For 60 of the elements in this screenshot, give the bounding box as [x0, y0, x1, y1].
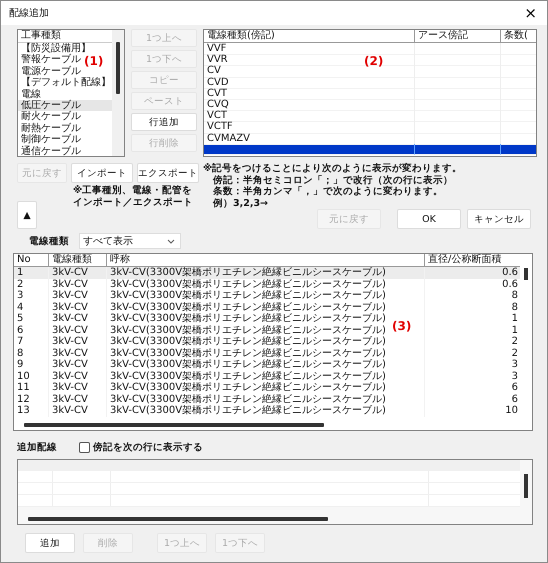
scrollbar-thumb[interactable] — [24, 423, 324, 427]
list-item[interactable]: 耐火ケーブル — [18, 111, 83, 123]
table-row[interactable]: CVQ — [204, 98, 536, 110]
table-row[interactable]: 10 3kV-CV 3kV-CV(3300V架橋ポリエチレン絶縁ビニルシースケーブル) 3 — [14, 370, 520, 382]
list-item[interactable]: 制御ケーブル — [18, 134, 83, 146]
window-title: 配線追加 — [9, 6, 49, 20]
row-action-button[interactable]: 行追加 — [131, 113, 197, 131]
chevron-down-icon — [167, 238, 175, 244]
scrollbar-thumb[interactable] — [524, 474, 528, 498]
list-item[interactable]: 耐熱ケーブル — [18, 122, 83, 134]
table-row[interactable]: 13 3kV-CV 3kV-CV(3300V架橋ポリエチレン絶縁ビニルシースケーブル) 10 — [14, 405, 520, 416]
column-header[interactable]: 条数( — [500, 30, 536, 42]
dialog-button[interactable]: キャンセル — [467, 209, 531, 229]
list-item[interactable]: 電線 — [18, 88, 43, 100]
table-row[interactable]: 7 3kV-CV 3kV-CV(3300V架橋ポリエチレン絶縁ビニルシースケーブル) 2 — [14, 336, 520, 348]
table-row[interactable]: 8 3kV-CV 3kV-CV(3300V架橋ポリエチレン絶縁ビニルシースケーブル) 2 — [14, 348, 520, 359]
column-header[interactable]: 直径/公称断面積 — [424, 254, 520, 266]
table-row[interactable]: 1 3kV-CV 3kV-CV(3300V架橋ポリエチレン絶縁ビニルシースケーブル) 0.6 — [14, 267, 520, 278]
filter-label: 電線種類 — [29, 234, 69, 248]
column-header[interactable]: 電線種類 — [48, 254, 106, 266]
list-item[interactable]: 低圧ケーブル — [18, 100, 112, 112]
section-label: 追加配線 — [17, 441, 57, 454]
import-note: ※工事種別、電線・配管を インポート／エクスポート — [72, 185, 194, 209]
import-export-button[interactable]: インポート — [71, 163, 133, 183]
column-header[interactable]: No — [14, 254, 48, 266]
table-row[interactable]: 3 3kV-CV 3kV-CV(3300V架橋ポリエチレン絶縁ビニルシースケーブル) 8 — [14, 290, 520, 302]
import-export-button[interactable]: エクスポート — [137, 163, 199, 183]
collapse-button[interactable]: ▲ — [17, 201, 37, 229]
scrollbar-thumb[interactable] — [524, 268, 528, 280]
table-row[interactable]: 12 3kV-CV 3kV-CV(3300V架橋ポリエチレン絶縁ビニルシースケーブル) 6 — [14, 394, 520, 405]
table-row[interactable] — [204, 144, 536, 155]
list-item[interactable]: 警報ケーブル — [18, 54, 83, 66]
column-header[interactable]: 電線種類(傍記) — [204, 30, 414, 42]
close-button[interactable]: × — [520, 4, 541, 22]
annotation-label: (3) — [392, 319, 412, 333]
list-item[interactable]: 【防災設備用】 — [18, 43, 93, 54]
table-row[interactable]: CVT — [204, 88, 536, 99]
annotation-label: (1) — [84, 54, 104, 68]
scrollbar-thumb[interactable] — [28, 517, 328, 521]
list-item[interactable]: 通信ケーブル — [18, 146, 83, 156]
symbol-note: ※記号をつけることにより次のように表示が変わります。 傍記：半角セミコロン「；」で改行（次の行に表示） 条数：半角カンマ「，」で次のように変わります。 例）3,2,3→ — [203, 163, 462, 207]
bottom-action-button[interactable]: 追加 — [25, 533, 75, 553]
column-header: 工事種類 — [18, 30, 112, 43]
table-row[interactable]: VVF — [204, 43, 536, 54]
table-row[interactable]: VCT — [204, 110, 536, 122]
show-note-checkbox[interactable]: 傍記を次の行に表示する — [79, 441, 203, 454]
table-row[interactable]: 9 3kV-CV 3kV-CV(3300V架橋ポリエチレン絶縁ビニルシースケーブル) 3 — [14, 359, 520, 370]
dialog-button[interactable]: OK — [397, 209, 461, 229]
table-row[interactable]: 11 3kV-CV 3kV-CV(3300V架橋ポリエチレン絶縁ビニルシースケーブル) 6 — [14, 382, 520, 394]
table-row[interactable]: VCTF — [204, 121, 536, 132]
table-row[interactable]: CVD — [204, 76, 536, 88]
table-row[interactable]: 2 3kV-CV 3kV-CV(3300V架橋ポリエチレン絶縁ビニルシースケーブル) 0.6 — [14, 278, 520, 290]
list-item[interactable]: 【デフォルト配線】 — [18, 77, 112, 89]
scrollbar-thumb[interactable] — [116, 42, 120, 94]
column-header[interactable]: アース傍記 — [414, 30, 500, 42]
wire-type-dropdown[interactable]: すべて表示 — [79, 233, 181, 249]
list-item[interactable]: 電源ケーブル — [18, 66, 83, 78]
annotation-label: (2) — [364, 54, 384, 68]
column-header[interactable]: 呼称 — [106, 254, 424, 266]
table-row[interactable]: 4 3kV-CV 3kV-CV(3300V架橋ポリエチレン絶縁ビニルシースケーブル) 8 — [14, 302, 520, 313]
